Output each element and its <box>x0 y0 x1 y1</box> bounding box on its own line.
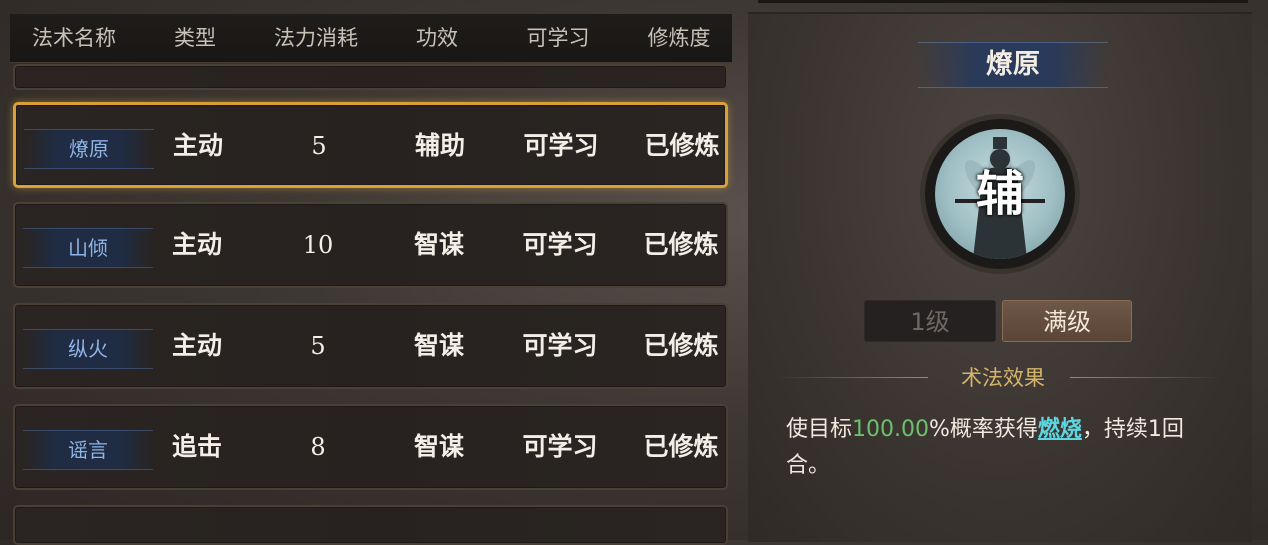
spell-cost: 5 <box>311 132 327 160</box>
divider-right <box>1070 377 1220 378</box>
header-progress: 修炼度 <box>647 26 711 50</box>
spell-title: 燎原 <box>918 42 1108 88</box>
effect-text-mid: %概率获得 <box>929 417 1038 442</box>
table-row-partial-top[interactable] <box>13 64 728 90</box>
spell-cost: 5 <box>310 332 326 360</box>
effect-description: 使目标100.00%概率获得燃烧，持续1回合。 <box>786 412 1226 484</box>
spell-progress: 已修炼 <box>643 432 719 461</box>
spell-effect: 智谋 <box>413 331 465 360</box>
effect-text-pre: 使目标 <box>786 417 853 442</box>
spell-name: 谣言 <box>23 430 153 470</box>
table-header: 法术名称 类型 法力消耗 功效 可学习 修炼度 <box>10 14 732 63</box>
header-effect: 功效 <box>416 26 458 50</box>
spell-learnable: 可学习 <box>522 230 598 259</box>
table-row[interactable]: 燎原 主动 5 辅助 可学习 已修炼 <box>13 102 728 188</box>
table-row-partial-bottom[interactable] <box>13 505 728 545</box>
header-learnable: 可学习 <box>526 26 590 50</box>
table-row[interactable]: 山倾 主动 10 智谋 可学习 已修炼 <box>13 202 728 288</box>
spell-type: 主动 <box>171 230 223 259</box>
header-cost: 法力消耗 <box>274 26 358 50</box>
spell-cost: 10 <box>302 231 334 259</box>
spell-learnable: 可学习 <box>522 331 598 360</box>
spell-category-char: 辅 <box>975 166 1024 222</box>
spell-name: 燎原 <box>24 129 154 169</box>
header-type: 类型 <box>174 26 216 50</box>
spell-name: 纵火 <box>23 329 153 369</box>
top-edge <box>758 0 1248 3</box>
spell-learnable: 可学习 <box>523 131 599 160</box>
header-name: 法术名称 <box>32 26 116 50</box>
spell-effect: 智谋 <box>413 230 465 259</box>
spell-progress: 已修炼 <box>643 331 719 360</box>
effect-heading: 术法效果 <box>961 366 1045 390</box>
spell-progress: 已修炼 <box>643 230 719 259</box>
spell-type: 追击 <box>171 432 223 461</box>
spell-portrait-frame: 辅 <box>920 114 1080 274</box>
spell-type: 主动 <box>171 331 223 360</box>
level-max-button[interactable]: 满级 <box>1002 300 1132 342</box>
spell-name: 山倾 <box>23 228 153 268</box>
burn-keyword-link[interactable]: 燃烧 <box>1038 417 1082 442</box>
spell-portrait: 辅 <box>935 129 1065 259</box>
spell-learnable: 可学习 <box>522 432 598 461</box>
level-1-button[interactable]: 1级 <box>864 300 996 342</box>
spell-progress: 已修炼 <box>644 131 720 160</box>
effect-value: 100.00 <box>852 417 929 442</box>
table-row[interactable]: 纵火 主动 5 智谋 可学习 已修炼 <box>13 303 728 389</box>
spell-list-panel: 法术名称 类型 法力消耗 功效 可学习 修炼度 燎原 主动 5 辅助 可学习 已… <box>10 10 732 545</box>
spell-effect: 辅助 <box>414 131 466 160</box>
spell-detail-panel: 燎原 辅 1级 满级 术法效果 使目标100.00%概率获得燃烧，持续1回合。 <box>748 12 1252 542</box>
table-row[interactable]: 谣言 追击 8 智谋 可学习 已修炼 <box>13 404 728 490</box>
spell-effect: 智谋 <box>413 432 465 461</box>
spell-type: 主动 <box>172 131 224 160</box>
spell-cost: 8 <box>310 433 326 461</box>
